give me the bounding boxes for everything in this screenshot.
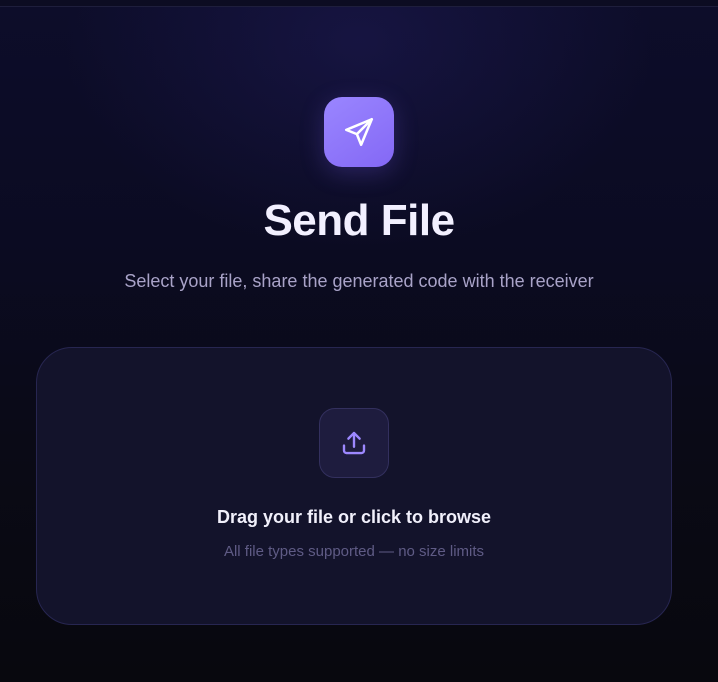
- dropzone-hint: All file types supported — no size limit…: [223, 543, 485, 560]
- top-bar-divider: [0, 0, 718, 7]
- page-subtitle: Select your file, share the generated co…: [124, 271, 594, 291]
- app-logo: [324, 97, 394, 167]
- upload-icon: [342, 431, 366, 455]
- page-header: Send File Select your file, share the ge…: [0, 97, 718, 293]
- dropzone-title: Drag your file or click to browse: [216, 507, 492, 527]
- page-title: Send File: [263, 196, 455, 245]
- file-dropzone[interactable]: Drag your file or click to browse All fi…: [36, 347, 672, 625]
- send-icon: [344, 117, 374, 147]
- upload-icon-tile: [319, 408, 389, 478]
